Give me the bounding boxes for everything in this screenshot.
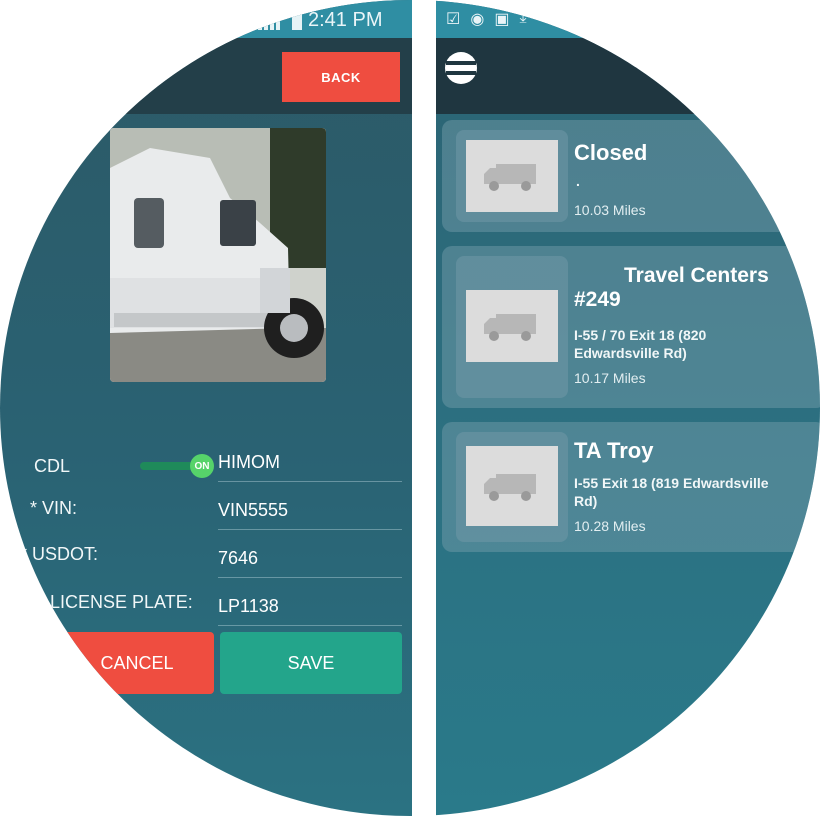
cdl-toggle[interactable]: ON — [190, 454, 214, 478]
download-icon: ⤓ — [519, 9, 527, 26]
location-address-line2: Edwardsville Rd) — [574, 345, 687, 361]
usdot-label: * USDOT: — [20, 544, 99, 564]
cdl-underline — [218, 481, 402, 482]
location-name: TA Troy — [574, 438, 654, 463]
cdl-label: CDL — [34, 456, 71, 476]
location-distance: 10.28 Miles — [574, 518, 646, 534]
vin-underline — [218, 529, 402, 530]
location-address-line1: I-55 / 70 Exit 18 (820 — [574, 327, 707, 343]
cancel-button[interactable]: CANCEL — [60, 632, 214, 694]
vin-input[interactable]: VIN5555 — [218, 500, 288, 521]
location-distance: 10.03 Miles — [574, 202, 646, 218]
location-card-travel-centers[interactable]: Travel Centers #249 I-55 / 70 Exit 18 (8… — [442, 246, 820, 408]
location-address-line2: Rd) — [574, 493, 598, 509]
location-address: . — [576, 173, 580, 189]
truck-thumbnail-icon — [466, 140, 558, 212]
truck-photo[interactable] — [110, 128, 326, 382]
screen-divider — [412, 0, 436, 816]
location-name: Closed — [574, 140, 648, 165]
screenshot-circle-mask: 2:41 PM BACK CDL ON HIMOM * VIN: VIN5555… — [0, 0, 820, 816]
location-address-line1: I-55 Exit 18 (819 Edwardsville — [574, 475, 769, 491]
truck-thumbnail-icon — [466, 290, 558, 362]
location-thumb-frame — [456, 130, 568, 222]
location-thumb-frame — [456, 432, 568, 542]
locations-screen: ☑ ◉ ▣ ⤓ Closed . 10.03 Miles Travel Cent… — [436, 0, 820, 816]
signal-icon — [258, 14, 288, 30]
truck-profile-screen: 2:41 PM BACK CDL ON HIMOM * VIN: VIN5555… — [0, 0, 412, 816]
location-distance: 10.17 Miles — [574, 370, 646, 386]
vin-label: * VIN: — [30, 498, 78, 518]
location-card-ta-troy[interactable]: TA Troy I-55 Exit 18 (819 Edwardsville R… — [442, 422, 820, 552]
truck-image-icon — [110, 128, 326, 382]
usdot-input[interactable]: 7646 — [218, 548, 258, 569]
app-logo-icon[interactable] — [444, 51, 478, 85]
location-name-line2: #249 — [574, 288, 621, 311]
location-name-line1: Travel Centers — [624, 264, 769, 287]
cdl-input[interactable]: HIMOM — [218, 452, 280, 473]
back-button[interactable]: BACK — [282, 52, 400, 102]
app-header-right — [436, 38, 820, 114]
location-icon: ◉ — [470, 11, 485, 28]
usdot-underline — [218, 577, 402, 578]
license-plate-label: LICENSE PLATE: — [50, 592, 193, 612]
status-bar: 2:41 PM — [0, 0, 412, 38]
location-card-closed[interactable]: Closed . 10.03 Miles — [442, 120, 820, 232]
location-thumb-frame — [456, 256, 568, 398]
battery-icon — [292, 13, 302, 30]
status-bar-right: ☑ ◉ ▣ ⤓ — [436, 0, 820, 38]
truck-thumbnail-icon — [466, 446, 558, 526]
sim-icon: ▣ — [494, 11, 510, 28]
person-icon: ☑ — [446, 11, 461, 28]
license-plate-underline — [218, 625, 402, 626]
save-button[interactable]: SAVE — [220, 632, 402, 694]
status-time: 2:41 PM — [308, 9, 383, 31]
license-plate-input[interactable]: LP1138 — [218, 596, 279, 617]
